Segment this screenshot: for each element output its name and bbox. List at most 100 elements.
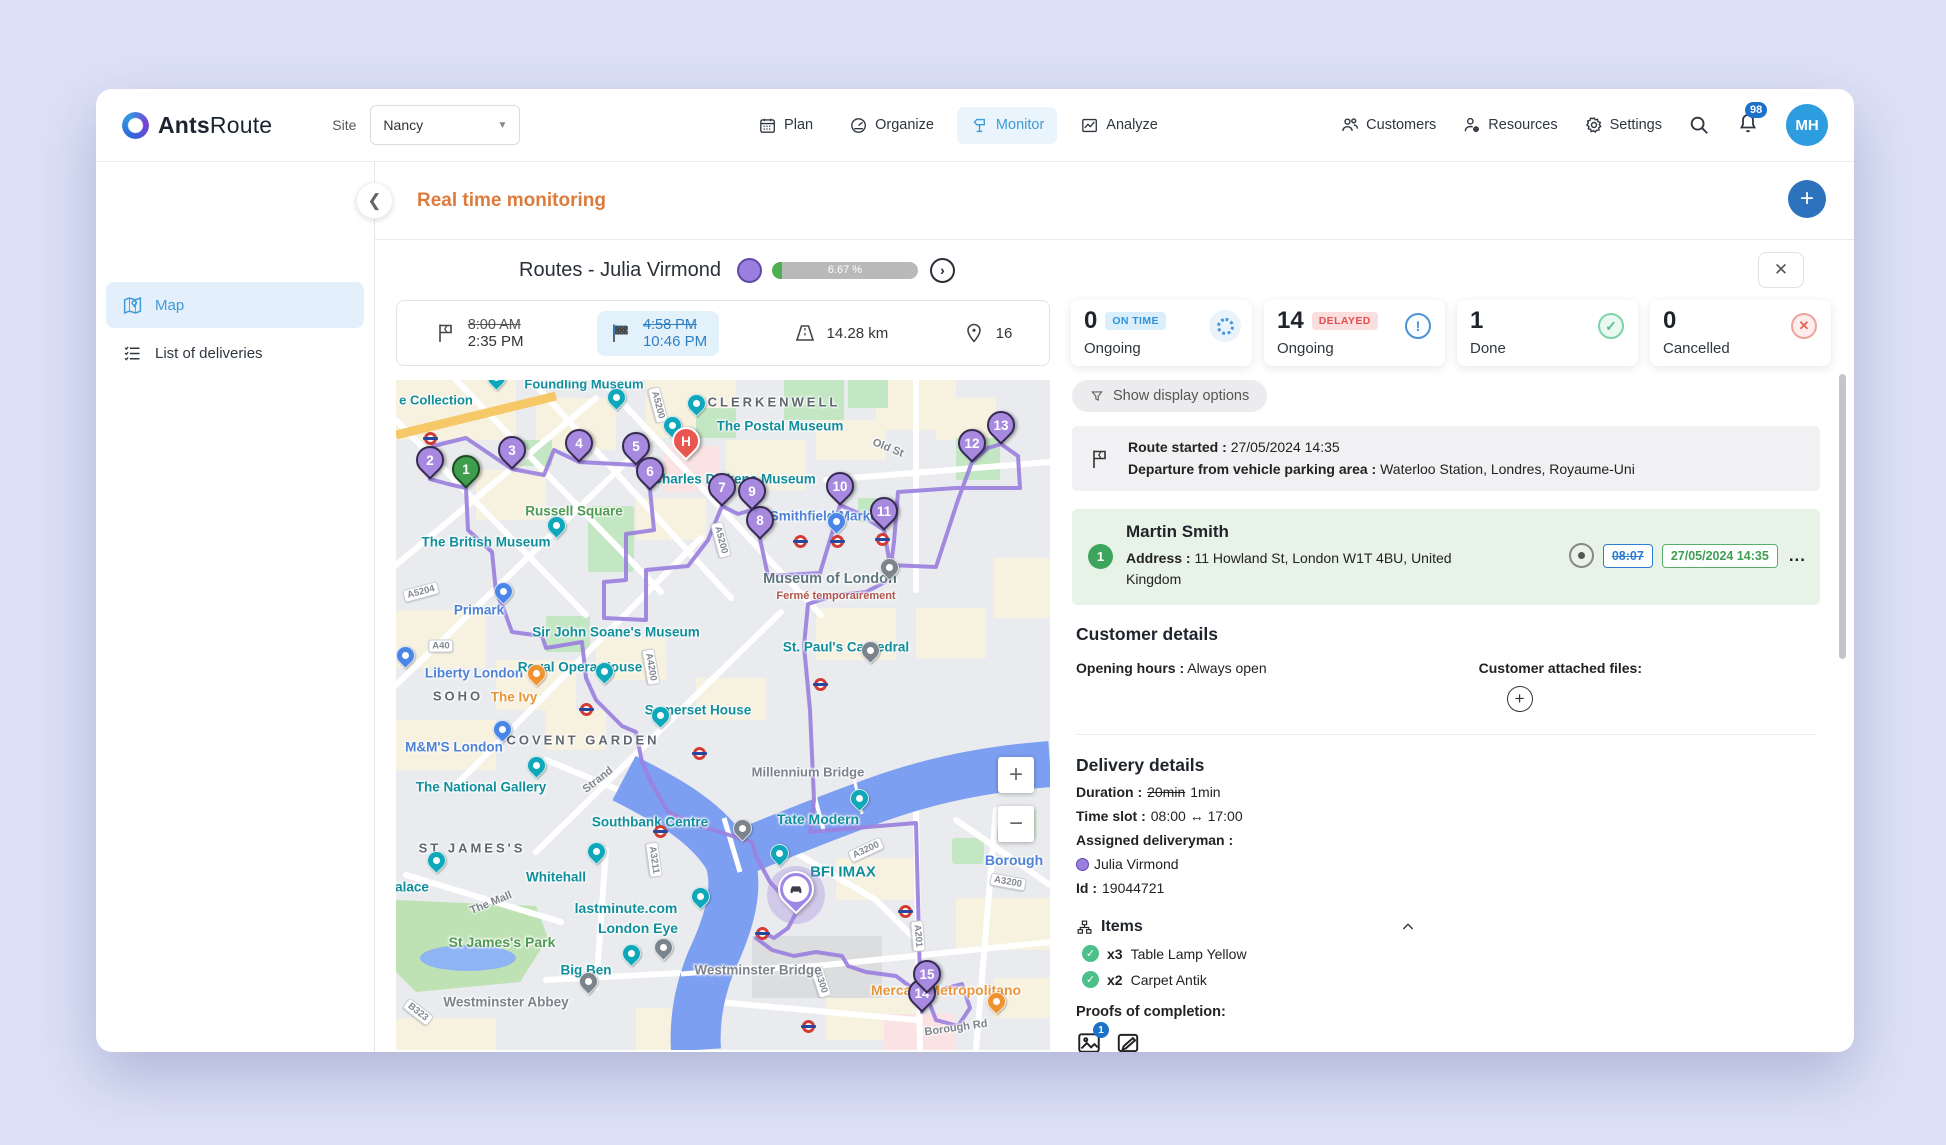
delivery-id-line: Id : 19044721 — [1076, 880, 1165, 897]
tab-organize[interactable]: Organize — [836, 107, 947, 144]
customer-address: Address : 11 Howland St, London W1T 4BU,… — [1126, 550, 1452, 588]
driver-avatar — [736, 257, 762, 283]
status-card-cancelled: 0 Cancelled ✕ — [1650, 300, 1831, 366]
departure-label: Departure from vehicle parking area : — [1128, 460, 1377, 477]
map-canvas[interactable]: + − e Collection Foundling Museum CLERKENW… — [396, 380, 1050, 1050]
stop-card[interactable]: 1 Martin Smith Address : 11 Howland St, … — [1072, 509, 1820, 606]
search-button[interactable] — [1688, 114, 1710, 136]
customer-name: Martin Smith — [1126, 522, 1229, 542]
routes-title: Routes - Julia Virmond — [519, 258, 721, 281]
customer-details-heading: Customer details — [1076, 624, 1218, 645]
map-icon — [123, 296, 142, 314]
avatar[interactable]: MH — [1786, 104, 1828, 146]
map-label: Foundling Museum — [524, 380, 644, 392]
map-zoom-out-button[interactable]: − — [998, 806, 1034, 842]
nav-resources-label: Resources — [1488, 117, 1558, 133]
map-label: Russell Square — [525, 503, 623, 519]
item-row: ✓ x3 Table Lamp Yellow — [1076, 945, 1816, 963]
chevron-up-icon[interactable] — [1400, 919, 1416, 935]
distance-value: 14.28 km — [826, 324, 889, 342]
page-title: Real time monitoring — [417, 189, 606, 211]
gear-icon — [1585, 116, 1602, 133]
proof-photo-button[interactable]: 1 — [1076, 1022, 1109, 1052]
nav-settings-label: Settings — [1609, 117, 1662, 133]
notifications-button[interactable]: 98 — [1736, 101, 1768, 140]
item-check-icon: ✓ — [1082, 971, 1099, 989]
map-label: The British Museum — [421, 534, 551, 550]
nav-resources[interactable]: Resources — [1462, 115, 1558, 135]
stops-count: 16 — [995, 324, 1013, 342]
status-card-delayed: 14 DELAYED Ongoing ! — [1264, 300, 1445, 366]
sidebar-item-map-label: Map — [155, 296, 185, 314]
nav-settings[interactable]: Settings — [1584, 115, 1662, 135]
items-header[interactable]: Items — [1076, 918, 1416, 936]
item-name: Carpet Antik — [1130, 971, 1207, 988]
brand-logo[interactable]: AntsRoute — [122, 111, 272, 139]
nav-customers-label: Customers — [1366, 117, 1437, 133]
map-label: A201 — [910, 920, 926, 952]
transit-station-icon — [579, 703, 594, 716]
departure-value: Waterloo Station, Londres, Royaume-Uni — [1380, 460, 1635, 477]
tab-monitor[interactable]: Monitor — [956, 106, 1058, 144]
end-time-planned: 4:58 PM — [642, 316, 697, 333]
map-label: St. Paul's Cathedral — [782, 639, 910, 655]
stop-menu-button[interactable]: ... — [1789, 546, 1806, 566]
proofs-label: Proofs of completion: — [1076, 1004, 1226, 1021]
ontime-count: 0 — [1084, 307, 1098, 334]
search-icon — [1690, 116, 1708, 134]
sidebar-item-deliveries[interactable]: List of deliveries — [106, 330, 364, 376]
stop-number-badge: 1 — [1088, 544, 1113, 570]
show-display-options-button[interactable]: Show display options — [1072, 380, 1268, 412]
transit-station-icon — [813, 678, 828, 691]
map-label: St James's Park — [448, 934, 556, 950]
map-label: London Eye — [597, 920, 679, 936]
tab-monitor-label: Monitor — [995, 117, 1045, 133]
site-select[interactable]: Nancy ▼ — [370, 105, 521, 145]
sidebar: Map List of deliveries — [96, 162, 374, 1052]
map-label: The National Gallery — [415, 779, 547, 795]
cancel-icon: ✕ — [1791, 313, 1817, 339]
item-name: Table Lamp Yellow — [1130, 945, 1247, 962]
delivery-details-section: Delivery details Duration : 20min 1min T… — [1072, 735, 1820, 1052]
tab-analyze[interactable]: Analyze — [1067, 107, 1171, 144]
scrollbar-thumb[interactable] — [1839, 374, 1846, 659]
stat-distance: 14.28 km — [793, 321, 889, 345]
tab-plan[interactable]: Plan — [745, 107, 826, 144]
deliveryman-label-line: Assigned deliveryman : — [1076, 832, 1234, 849]
cancelled-count: 0 — [1663, 307, 1677, 334]
route-stats-card: 8:00 AM 2:35 PM 4:58 PM 10:46 PM 14.28 k… — [396, 300, 1050, 366]
stats-row: 8:00 AM 2:35 PM 4:58 PM 10:46 PM 14.28 k… — [375, 300, 1854, 366]
next-route-button[interactable]: › — [929, 257, 955, 283]
items-hierarchy-icon — [1077, 920, 1092, 934]
status-card-done: 1 Done ✓ — [1457, 300, 1638, 366]
map-label: Millennium Bridge — [751, 764, 865, 780]
customers-icon — [1342, 118, 1359, 131]
item-qty: x3 — [1107, 945, 1123, 962]
back-button[interactable]: ❮ — [356, 182, 393, 219]
nav-customers[interactable]: Customers — [1340, 115, 1436, 135]
stat-end-time: 4:58 PM 10:46 PM — [596, 310, 720, 356]
map-label: Tate Modern — [776, 811, 860, 827]
proof-signature-button[interactable] — [1115, 1030, 1141, 1052]
photo-count-badge: 1 — [1093, 1022, 1109, 1039]
transit-station-icon — [898, 905, 913, 918]
close-panel-button[interactable]: ✕ — [1758, 252, 1804, 288]
tab-organize-label: Organize — [875, 117, 934, 133]
alert-icon: ! — [1405, 313, 1431, 339]
transit-station-icon — [830, 535, 845, 548]
sidebar-item-map[interactable]: Map — [106, 282, 364, 328]
top-navbar: AntsRoute Site Nancy ▼ Plan Organize Mon… — [96, 89, 1854, 161]
add-file-button[interactable]: + — [1506, 686, 1533, 713]
checklist-icon — [124, 346, 140, 361]
planned-time-badge: 08:07 — [1602, 543, 1653, 568]
routes-panel-header: Routes - Julia Virmond 6.67 % › ✕ — [375, 240, 1854, 300]
main-tabs: Plan Organize Monitor Analyze — [745, 106, 1171, 144]
gauge-icon — [851, 117, 866, 133]
map-label: Primark — [453, 602, 505, 618]
add-button[interactable]: + — [1788, 180, 1826, 218]
status-card-ontime: 0 ON TIME Ongoing — [1071, 300, 1252, 366]
app-window: AntsRoute Site Nancy ▼ Plan Organize Mon… — [96, 89, 1854, 1052]
map-zoom-in-button[interactable]: + — [998, 757, 1034, 793]
attached-files-label: Customer attached files: — [1478, 660, 1642, 677]
map-label: SOHO — [432, 688, 484, 704]
